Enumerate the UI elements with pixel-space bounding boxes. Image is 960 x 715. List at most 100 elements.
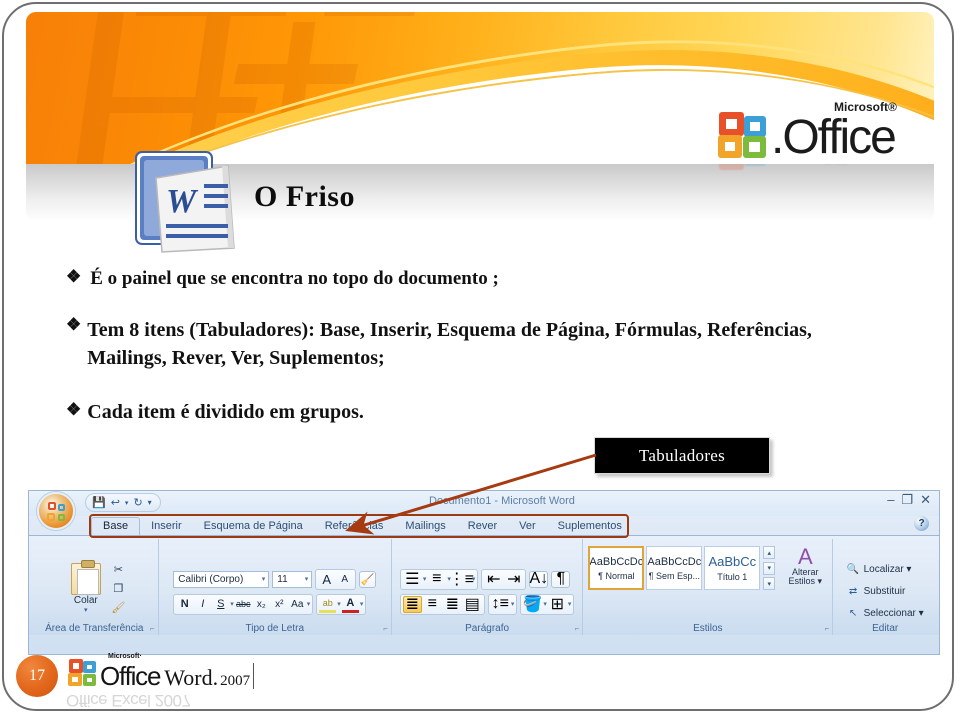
footer-office-squares-icon [68,659,100,689]
ribbon-tab-rever[interactable]: Rever [457,518,508,535]
font-name-chevron-down-icon[interactable]: ▾ [262,575,266,583]
styles-scroll-down-icon[interactable]: ▾ [763,561,776,575]
office-logo-wordmark-reflection: .Office [771,164,895,171]
change-styles-button[interactable]: A Alterar Estilos ▾ [783,546,827,587]
strikethrough-icon[interactable]: abc [235,596,252,613]
change-case-chevron-down-icon[interactable]: ▾ [307,600,311,608]
footer-year-text: 2007 [220,673,251,689]
styles-dialog-launcher[interactable]: ⌐ [825,624,830,633]
cut-icon[interactable]: ✂ [111,562,126,578]
style-card-sem-espacamento[interactable]: AaBbCcDc ¶ Sem Esp... [646,546,703,590]
find-button[interactable]: 🔍 Localizar ▾ [847,561,912,578]
justify-icon[interactable]: ▤ [463,596,482,613]
subscript-icon[interactable]: x₂ [253,596,270,613]
clipboard-dialog-launcher[interactable]: ⌐ [150,624,155,633]
align-center-icon[interactable]: ≡ [423,595,442,613]
redo-icon[interactable]: ↻ [133,496,142,509]
font-dialog-launcher[interactable]: ⌐ [383,624,388,633]
shrink-font-icon[interactable]: A [336,571,353,588]
styles-scroll-up-icon[interactable]: ▴ [763,546,776,559]
superscript-icon[interactable]: x² [271,596,288,613]
underline-chevron-down-icon[interactable]: ▾ [230,600,234,608]
help-icon[interactable]: ? [914,516,929,531]
minimize-icon[interactable]: – [887,493,894,507]
styles-more-icon[interactable]: ▾ [763,577,776,590]
footer-ghost-reflection: Office Excel 2007 [66,691,191,710]
format-painter-icon[interactable]: 🖌 [111,600,126,616]
orb-square-blue-icon [58,504,65,511]
text-highlight-icon[interactable]: ab [319,596,337,613]
borders-chevron-down-icon[interactable]: ▾ [568,600,572,608]
font-color-chevron-down-icon[interactable]: ▾ [360,600,364,608]
bullet-item: ❖ É o painel que se encontra no topo do … [66,267,896,290]
style-card-titulo-1[interactable]: AaBbCс Título 1 [704,546,761,590]
restore-icon[interactable]: ❐ [901,493,913,507]
quick-access-toolbar[interactable]: 💾 ↩ ▾ ↻ ▾ [85,493,161,512]
ribbon-tab-inserir[interactable]: Inserir [140,518,193,535]
font-color-icon[interactable]: A [341,596,359,613]
shading-chevron-down-icon[interactable]: ▾ [543,600,547,608]
office-orb-button[interactable] [37,492,75,530]
ribbon-tab-mailings[interactable]: Mailings [394,518,456,535]
paragraph-dialog-launcher[interactable]: ⌐ [575,624,580,633]
window-controls[interactable]: – ❐ ✕ [887,493,931,507]
copy-icon[interactable]: ❐ [111,581,126,597]
align-left-icon[interactable]: ≣ [402,595,422,613]
styles-gallery-scrollbar[interactable]: ▴ ▾ ▾ [763,546,776,590]
bullet-list-icon[interactable]: ☰ [403,571,422,588]
font-size-value: 11 [277,573,288,585]
shading-icon[interactable]: 🪣 [523,596,543,613]
style-card-normal[interactable]: AaBbCcDc ¶ Normal [588,546,645,590]
ribbon-tab-referencias[interactable]: Referências [314,518,395,535]
sort-icon[interactable]: A↓ [529,570,549,588]
show-paragraph-marks-icon[interactable]: ¶ [551,570,571,588]
line-spacing-chevron-down-icon[interactable]: ▾ [511,600,515,608]
borders-icon[interactable]: ⊞ [548,596,567,613]
highlight-chevron-down-icon[interactable]: ▾ [337,600,341,608]
page-number-badge: 17 [16,655,58,697]
clear-formatting-icon[interactable]: 🧹 [359,570,377,588]
underline-icon[interactable]: S [212,596,229,613]
ribbon-tab-esquema-de-pagina[interactable]: Esquema de Página [193,518,314,535]
group-label-clipboard: Área de Transferência [45,623,144,634]
ribbon-tab-bar[interactable]: Base Inserir Esquema de Página Referênci… [29,514,939,538]
multilevel-list-chevron-down-icon[interactable]: ▾ [472,575,476,583]
paste-dropdown-icon[interactable]: ▾ [84,606,88,614]
font-size-chevron-down-icon[interactable]: ▾ [305,575,309,583]
font-name-combobox[interactable]: Calibri (Corpo) ▾ [173,570,270,588]
ribbon-tab-ver[interactable]: Ver [508,518,547,535]
ribbon-tab-suplementos[interactable]: Suplementos [547,518,633,535]
line-spacing-icon[interactable]: ↕≡ [491,595,510,613]
style-name-titulo-1: Título 1 [717,572,748,582]
numbered-list-icon[interactable]: ≡ [427,570,446,588]
office-logo-reflection: .Office [718,164,895,171]
bullet-list-chevron-down-icon[interactable]: ▾ [423,575,427,583]
font-size-combobox[interactable]: 11 ▾ [272,570,313,588]
office-logo-wordmark: .Office Microsoft® [771,101,897,162]
bold-icon[interactable]: N [176,596,193,613]
paste-button[interactable]: Colar ▾ [63,560,109,614]
find-icon: 🔍 [846,564,860,575]
save-icon[interactable]: 💾 [92,496,106,509]
office-logo-microsoft-text: Microsoft® [834,99,897,114]
change-case-icon[interactable]: Aa [289,596,306,613]
increase-indent-icon[interactable]: ⇥ [504,571,523,588]
ribbon-tab-base[interactable]: Base [91,517,141,535]
close-icon[interactable]: ✕ [920,493,931,507]
footer-office-text: Microsoft· Office [100,653,161,689]
bullet-marker-icon: ❖ [66,267,82,286]
align-right-icon[interactable]: ≣ [443,596,462,613]
customize-qat-icon[interactable]: ▾ [148,498,152,507]
italic-icon[interactable]: I [194,596,211,613]
group-label-styles: Estilos [693,623,723,634]
replace-label: Substituir [863,586,906,597]
multilevel-list-icon[interactable]: ⋮≡ [449,571,474,588]
grow-font-icon[interactable]: A [318,571,335,588]
undo-dropdown-icon[interactable]: ▾ [125,499,129,507]
bullet-text: Tem 8 itens (Tabuladores): Base, Inserir… [87,319,812,370]
replace-button[interactable]: ⇄ Substituir [847,583,906,600]
style-sample-sem-espacamento: AaBbCcDc [647,555,702,568]
select-button[interactable]: ↖ Seleccionar ▾ [847,605,924,622]
undo-icon[interactable]: ↩ [111,496,120,509]
decrease-indent-icon[interactable]: ⇤ [484,571,503,588]
